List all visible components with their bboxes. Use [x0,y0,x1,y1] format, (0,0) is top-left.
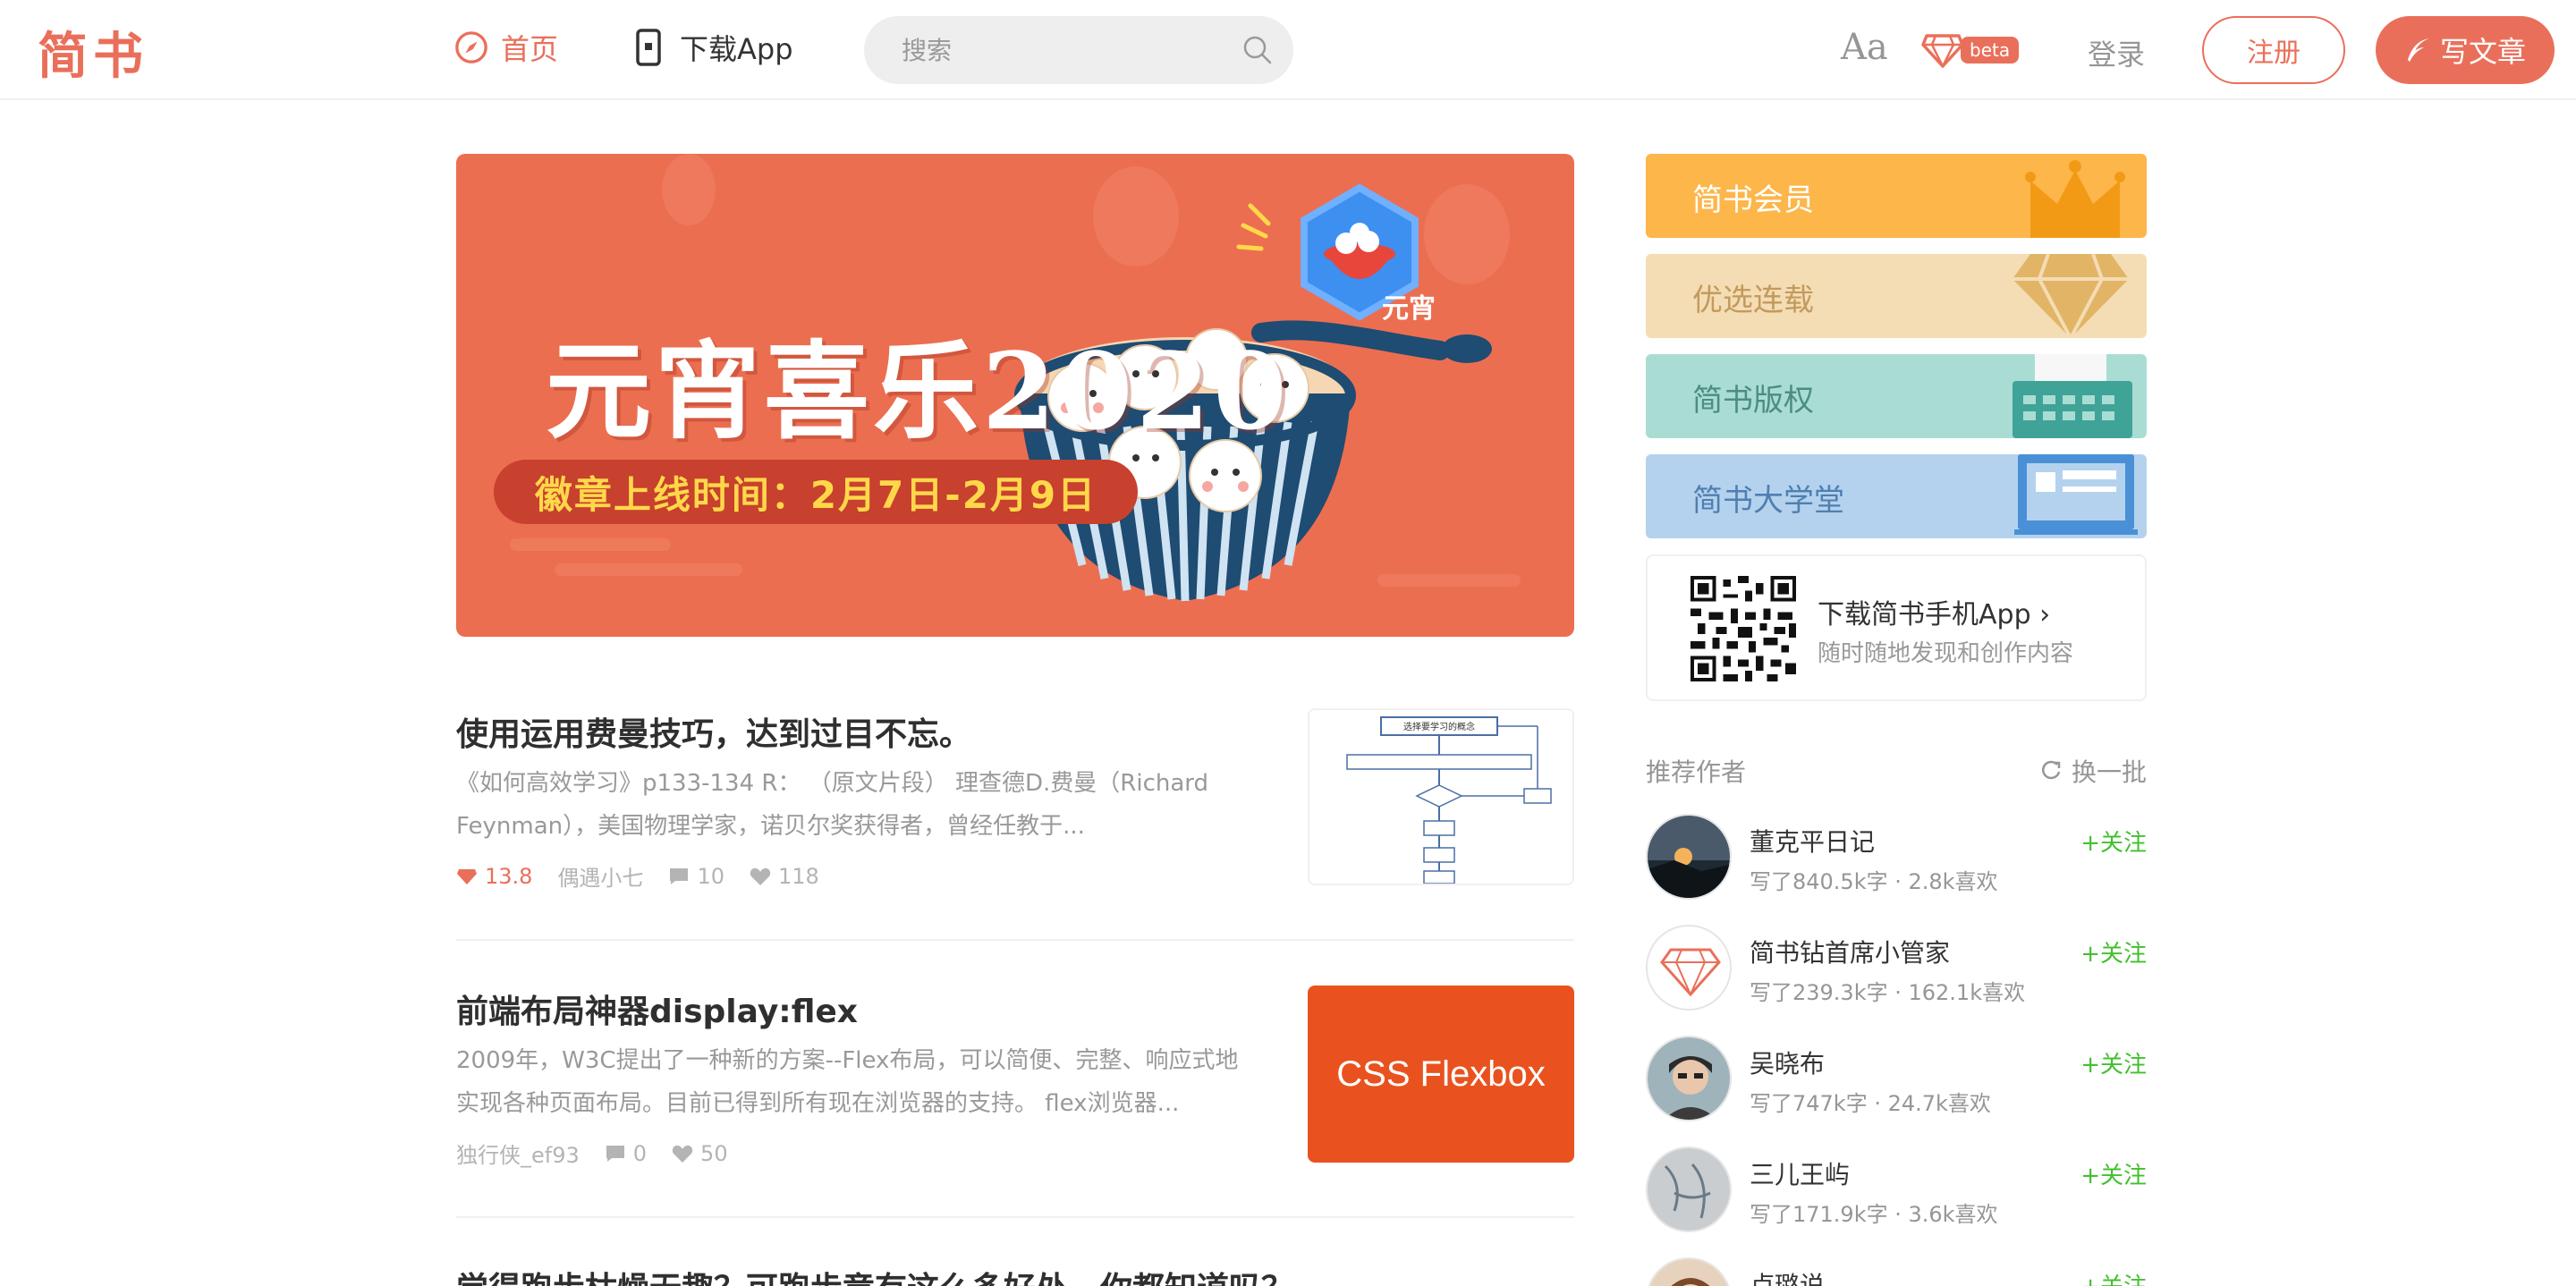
comment-icon [606,1145,624,1162]
compass-icon [455,31,487,63]
signup-button[interactable]: 注册 [2202,16,2345,84]
copyright-banner[interactable]: 简书版权 [1646,354,2147,438]
recommended-author: 卢璐说 +关注 [1646,1257,2147,1286]
serial-banner-label: 优选连载 [1692,283,1814,318]
article-abstract: 2009年，W3C提出了一种新的方案--Flex布局，可以简便、完整、响应式地实… [456,1047,1239,1117]
lantern-festival-banner[interactable]: 元宵喜乐2020 徽章上线时间：2月7日-2月9日 元宵 [456,154,1574,637]
article-item: 觉得跑步枯燥无趣？可跑步竟有这么多好处，你都知道吗？ [456,1263,1574,1286]
diamond-icon [2012,254,2129,338]
login-link[interactable]: 登录 [2088,32,2145,73]
article-title[interactable]: 使用运用费曼技巧，达到过目不忘。 [456,708,971,755]
diamond-icon [1921,34,1964,68]
article-author[interactable]: 偶遇小七 [557,860,643,892]
beta-diamond-button[interactable]: beta [1921,32,2020,68]
thumb-title: 选择要学习的概念 [1403,721,1475,732]
monitor-icon [2014,454,2138,535]
flowchart-thumbnail: 选择要学习的概念 [1309,710,1572,884]
copyright-banner-label: 简书版权 [1692,383,1814,419]
article-title[interactable]: 前端布局神器display:flex [456,986,858,1032]
qr-code-icon [1690,576,1796,681]
recommended-author: 吴晓布 写了747k字 · 24.7k喜欢 +关注 [1646,1036,2147,1125]
follow-button[interactable]: +关注 [2080,1268,2147,1286]
phone-icon [636,29,661,66]
author-name[interactable]: 简书钻首席小管家 [1750,934,1950,969]
chevron-right-icon: › [2039,599,2051,630]
author-name[interactable]: 卢璐说 [1750,1266,1825,1286]
comment-icon [670,867,689,884]
avatar[interactable] [1646,814,1732,900]
follow-button[interactable]: +关注 [2080,1046,2147,1079]
quill-icon [2407,38,2429,62]
author-name[interactable]: 三儿王屿 [1750,1155,1850,1191]
write-article-button[interactable]: 写文章 [2376,16,2555,84]
avatar[interactable] [1646,1146,1732,1232]
typewriter-icon [2012,354,2132,438]
search-input[interactable] [902,32,1206,68]
vip-banner[interactable]: 简书会员 [1646,154,2147,238]
comment-count[interactable]: 0 [605,1141,647,1166]
author-stats: 写了171.9k字 · 3.6k喜欢 [1750,1202,1998,1227]
search-box [864,16,1293,84]
heart-icon [750,867,771,885]
article-abstract: 《如何高效学习》p133-134 R： （原文片段） 理查德D.费曼（Richa… [456,770,1209,840]
thumb-text: CSS Flexbox [1336,1053,1546,1094]
recommend-authors-header: 推荐作者 换一批 [1646,753,2147,789]
comment-count[interactable]: 10 [668,864,724,889]
avatar[interactable] [1646,1257,1732,1286]
crown-icon [2025,160,2125,238]
author-name[interactable]: 董克平日记 [1750,823,1875,859]
search-icon[interactable] [1241,34,1274,66]
recommended-author: 董克平日记 写了840.5k字 · 2.8k喜欢 +关注 [1646,814,2147,903]
author-stats: 写了239.3k字 · 162.1k喜欢 [1750,980,2026,1005]
article-thumbnail[interactable]: CSS Flexbox [1308,986,1574,1163]
recommended-author: 三儿王屿 写了171.9k字 · 3.6k喜欢 +关注 [1646,1146,2147,1236]
university-banner-label: 简书大学堂 [1692,483,1844,519]
download-app-card[interactable]: 下载简书手机App › 随时随地发现和创作内容 [1646,554,2147,701]
avatar[interactable] [1646,1036,1732,1121]
like-count: 118 [750,864,819,889]
vip-banner-label: 简书会员 [1692,182,1814,218]
refresh-icon [2041,760,2061,780]
nav-download-app[interactable]: 下载App [635,27,793,68]
avatar[interactable] [1646,925,1732,1011]
article-item: 前端布局神器display:flex 2009年，W3C提出了一种新的方案--F… [456,986,1574,1218]
diamond-icon [457,868,477,884]
follow-button[interactable]: +关注 [2080,825,2147,858]
article-author[interactable]: 独行侠_ef93 [456,1138,580,1169]
follow-button[interactable]: +关注 [2080,935,2147,969]
beta-tag: beta [1961,37,2020,63]
write-label: 写文章 [2439,35,2526,69]
article-meta: 独行侠_ef93 0 50 [456,1138,753,1169]
article-title[interactable]: 觉得跑步枯燥无趣？可跑步竟有这么多好处，你都知道吗？ [456,1263,1293,1286]
author-stats: 写了840.5k字 · 2.8k喜欢 [1750,869,1998,894]
site-logo[interactable]: 简书 [38,16,148,89]
recommend-title: 推荐作者 [1646,757,1747,787]
nav-home[interactable]: 首页 [454,27,558,68]
recommended-author: 简书钻首席小管家 写了239.3k字 · 162.1k喜欢 +关注 [1646,925,2147,1014]
article-meta: 13.8 偶遇小七 10 118 [456,860,844,892]
serial-banner[interactable]: 优选连载 [1646,254,2147,338]
font-toggle-button[interactable]: Aa [1841,27,1888,68]
author-stats: 写了747k字 · 24.7k喜欢 [1750,1091,1991,1116]
banner-subtitle: 徽章上线时间：2月7日-2月9日 [534,472,1097,517]
article-item: 使用运用费曼技巧，达到过目不忘。 《如何高效学习》p133-134 R： （原文… [456,708,1574,941]
article-thumbnail[interactable]: 选择要学习的概念 [1308,708,1574,885]
diamond-icon [1660,948,1721,997]
nav-app-label: 下载App [680,32,793,66]
heart-icon [672,1145,693,1163]
nav-home-label: 首页 [501,32,559,66]
follow-button[interactable]: +关注 [2080,1157,2147,1190]
banner-title: 元宵喜乐2020 [546,329,1291,453]
top-navbar: 简书 首页 下载App Aa beta 登录 注册 写 [0,0,2576,100]
refresh-button[interactable]: 换一批 [2039,753,2147,789]
author-name[interactable]: 吴晓布 [1750,1045,1825,1080]
banner-badge-label: 元宵 [1382,293,1436,325]
app-card-title: 下载简书手机App › [1818,599,2051,630]
app-card-subtitle: 随时随地发现和创作内容 [1818,640,2074,667]
diamond-count: 13.8 [456,864,532,889]
like-count: 50 [672,1141,728,1166]
university-banner[interactable]: 简书大学堂 [1646,454,2147,538]
